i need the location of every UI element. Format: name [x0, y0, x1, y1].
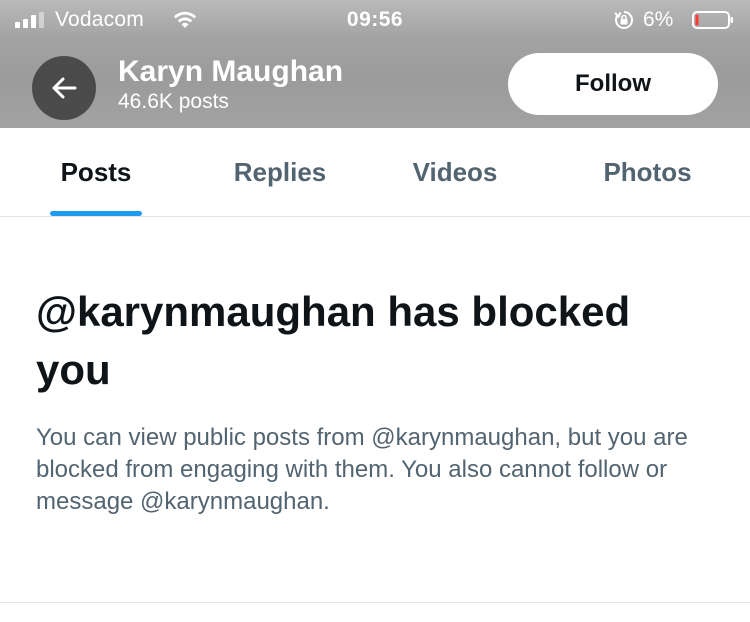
- arrow-left-icon: [52, 77, 77, 99]
- blocked-description: You can view public posts from @karynmau…: [36, 424, 688, 515]
- tab-photos[interactable]: Photos: [575, 128, 720, 216]
- divider: [0, 602, 750, 603]
- status-time: 09:56: [346, 8, 404, 31]
- profile-header: Vodacom 09:56 6% Karyn Maughan 46.6K pos…: [0, 0, 750, 128]
- battery-icon: [692, 11, 733, 29]
- battery-percentage: 6%: [643, 8, 674, 31]
- status-bar: Vodacom 09:56 6%: [0, 0, 750, 40]
- active-tab-indicator: [50, 211, 142, 216]
- follow-button[interactable]: Follow: [508, 53, 718, 115]
- profile-name: Karyn Maughan: [118, 55, 344, 88]
- tab-posts[interactable]: Posts: [36, 128, 156, 216]
- profile-tabs: Posts Replies Videos Photos: [0, 128, 750, 217]
- post-count: 46.6K posts: [118, 90, 229, 113]
- tab-replies[interactable]: Replies: [205, 128, 355, 216]
- tab-videos[interactable]: Videos: [385, 128, 525, 216]
- back-button[interactable]: [32, 56, 96, 120]
- blocked-title: @karynmaughan has blocked you: [36, 288, 631, 393]
- orientation-lock-icon: [614, 10, 633, 29]
